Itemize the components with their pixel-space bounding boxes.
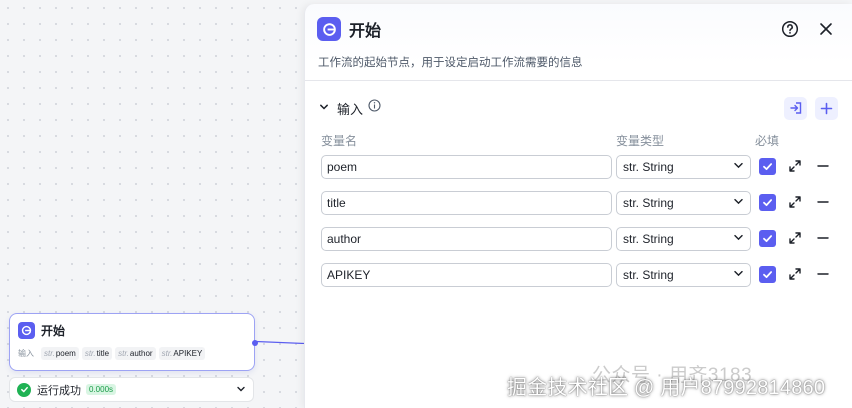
expand-icon[interactable] <box>788 195 802 209</box>
chevron-down-icon[interactable] <box>236 381 246 399</box>
col-header-name: 变量名 <box>321 134 358 148</box>
import-button[interactable] <box>784 96 807 120</box>
help-circle-icon[interactable] <box>780 19 800 39</box>
variable-type-value: str. String <box>623 160 674 174</box>
minus-icon[interactable] <box>816 159 830 173</box>
variable-type-select[interactable]: str. String <box>616 155 751 179</box>
run-time-badge: 0.000s <box>86 384 117 395</box>
checkbox-checked-icon <box>763 199 773 207</box>
plus-icon <box>820 102 833 114</box>
variable-row: author str. String <box>305 227 852 253</box>
start-node[interactable]: 开始 输入 str. poem str. title str. author str.… <box>9 313 258 371</box>
node-var-chip: str. title <box>81 347 113 360</box>
required-checkbox[interactable] <box>759 266 776 283</box>
start-node-title: 开始 <box>41 324 66 338</box>
required-checkbox[interactable] <box>759 230 776 247</box>
start-logo-icon <box>317 17 341 41</box>
variable-type-select[interactable]: str. String <box>616 263 751 287</box>
watermark-juejin: 掘金技术社区 @ 用户87992814860 <box>507 377 826 399</box>
panel-description: 工作流的起始节点，用于设定启动工作流需要的信息 <box>318 57 583 69</box>
variable-name-input[interactable]: poem <box>321 155 612 179</box>
node-var-chip: str. author <box>115 347 156 360</box>
variable-row: title str. String <box>305 191 852 217</box>
add-variable-button[interactable] <box>815 96 838 120</box>
variable-type-select[interactable]: str. String <box>616 227 751 251</box>
node-inputs-label: 输入 <box>18 349 34 358</box>
variable-type-value: str. String <box>623 196 674 210</box>
chevron-down-icon <box>733 160 744 174</box>
info-icon[interactable] <box>368 99 381 117</box>
run-status-bar[interactable]: 运行成功 0.000s <box>9 377 254 402</box>
node-config-panel: 开始 工作流的起始节点，用于设定启动工作流需要的信息 输入 变量名 变量类型 必… <box>304 4 852 408</box>
col-header-type: 变量类型 <box>616 134 665 148</box>
variable-name-input[interactable]: APIKEY <box>321 263 612 287</box>
node-var-chip: str. poem <box>41 347 79 360</box>
check-circle-icon <box>17 382 31 397</box>
variable-type-select[interactable]: str. String <box>616 191 751 215</box>
col-header-required: 必填 <box>755 134 780 148</box>
import-icon <box>789 102 801 114</box>
required-checkbox[interactable] <box>759 158 776 175</box>
run-status-text: 运行成功 <box>37 384 81 397</box>
required-checkbox[interactable] <box>759 194 776 211</box>
variable-type-value: str. String <box>623 232 674 246</box>
checkbox-checked-icon <box>763 271 773 279</box>
variable-type-value: str. String <box>623 268 674 282</box>
minus-icon[interactable] <box>816 267 830 281</box>
section-title: 输入 <box>337 101 364 117</box>
chevron-down-icon <box>733 232 744 246</box>
chevron-down-icon <box>733 196 744 210</box>
variable-row: APIKEY str. String <box>305 263 852 289</box>
edge-connector <box>256 340 304 344</box>
variable-name-input[interactable]: title <box>321 191 612 215</box>
checkbox-checked-icon <box>763 235 773 243</box>
panel-divider <box>305 80 852 81</box>
variable-row: poem str. String <box>305 155 852 181</box>
variable-name-input[interactable]: author <box>321 227 612 251</box>
panel-title: 开始 <box>349 23 382 40</box>
chevron-down-icon[interactable] <box>319 99 329 117</box>
expand-icon[interactable] <box>788 231 802 245</box>
chevron-down-icon <box>733 268 744 282</box>
close-icon[interactable] <box>816 19 836 39</box>
expand-icon[interactable] <box>788 159 802 173</box>
table-column-headers: 变量名 变量类型 必填 <box>305 132 852 148</box>
input-section-header: 输入 <box>319 96 838 120</box>
minus-icon[interactable] <box>816 195 830 209</box>
checkbox-checked-icon <box>763 163 773 171</box>
panel-header: 开始 <box>317 17 836 41</box>
node-var-chip: str. APIKEY <box>158 347 206 360</box>
start-node-vars: 输入 str. poem str. title str. author str. API… <box>10 339 254 360</box>
expand-icon[interactable] <box>788 267 802 281</box>
start-logo-icon <box>18 322 35 339</box>
minus-icon[interactable] <box>816 231 830 245</box>
